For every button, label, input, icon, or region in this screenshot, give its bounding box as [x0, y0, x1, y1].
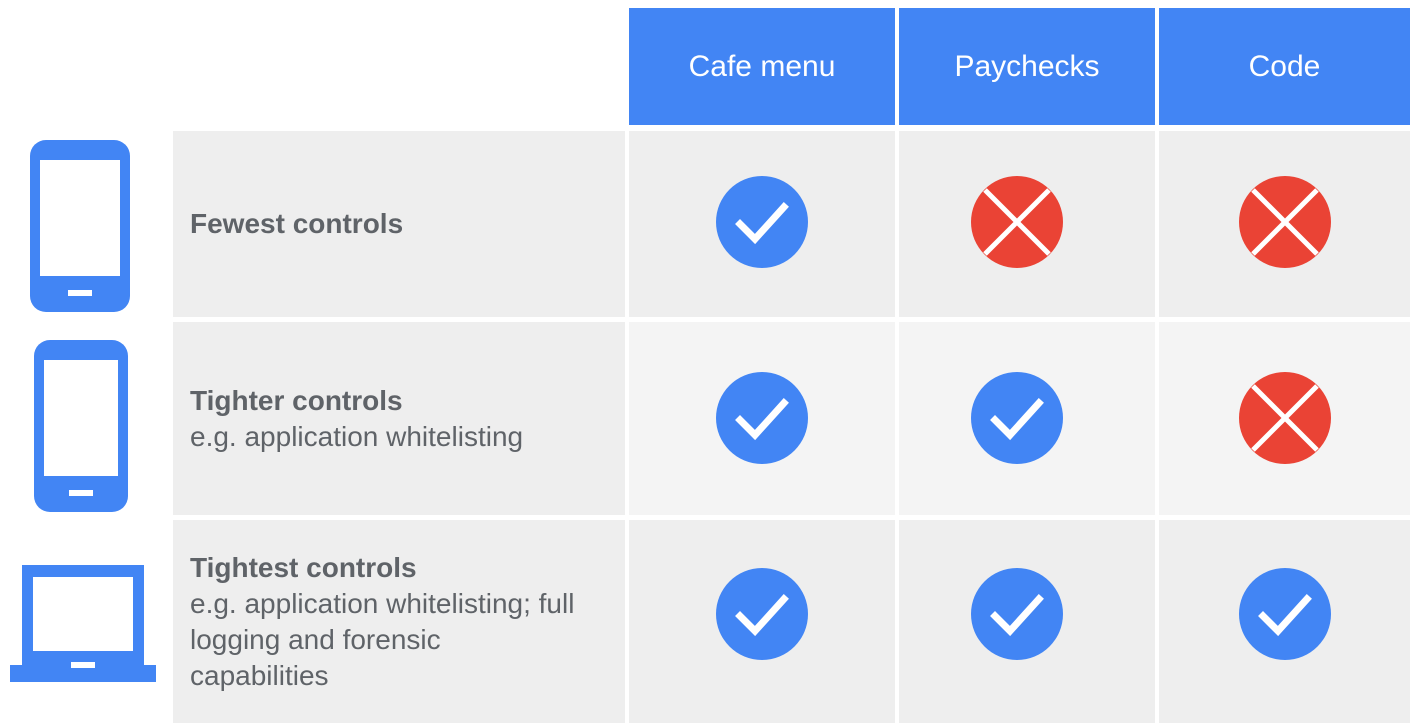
check-icon — [1239, 568, 1331, 660]
row-title: Tightest controls — [190, 551, 417, 583]
row-label-tighter: Tighter controls e.g. application whitel… — [190, 322, 610, 515]
column-divider — [1155, 131, 1159, 723]
check-icon — [716, 176, 808, 268]
row-title: Fewest controls — [190, 208, 404, 239]
column-divider — [625, 131, 629, 723]
check-icon — [716, 372, 808, 464]
row-description: e.g. application whitelisting — [190, 420, 524, 452]
row-description: e.g. application whitelisting; full logg… — [190, 587, 575, 691]
check-icon — [716, 568, 808, 660]
laptop-icon — [10, 565, 156, 682]
row-label-fewest: Fewest controls — [190, 131, 403, 317]
column-header-paychecks: Paychecks — [899, 8, 1155, 125]
row-label-tightest: Tightest controls e.g. application white… — [190, 520, 585, 723]
column-header-cafe-menu: Cafe menu — [629, 8, 895, 125]
phone-icon — [34, 340, 128, 512]
cross-icon — [1239, 372, 1331, 464]
row-title: Tighter controls — [190, 384, 403, 416]
column-header-code: Code — [1159, 8, 1410, 125]
column-divider — [895, 131, 899, 723]
cross-icon — [1239, 176, 1331, 268]
phone-icon — [30, 140, 130, 312]
check-icon — [971, 372, 1063, 464]
cross-icon — [971, 176, 1063, 268]
check-icon — [971, 568, 1063, 660]
